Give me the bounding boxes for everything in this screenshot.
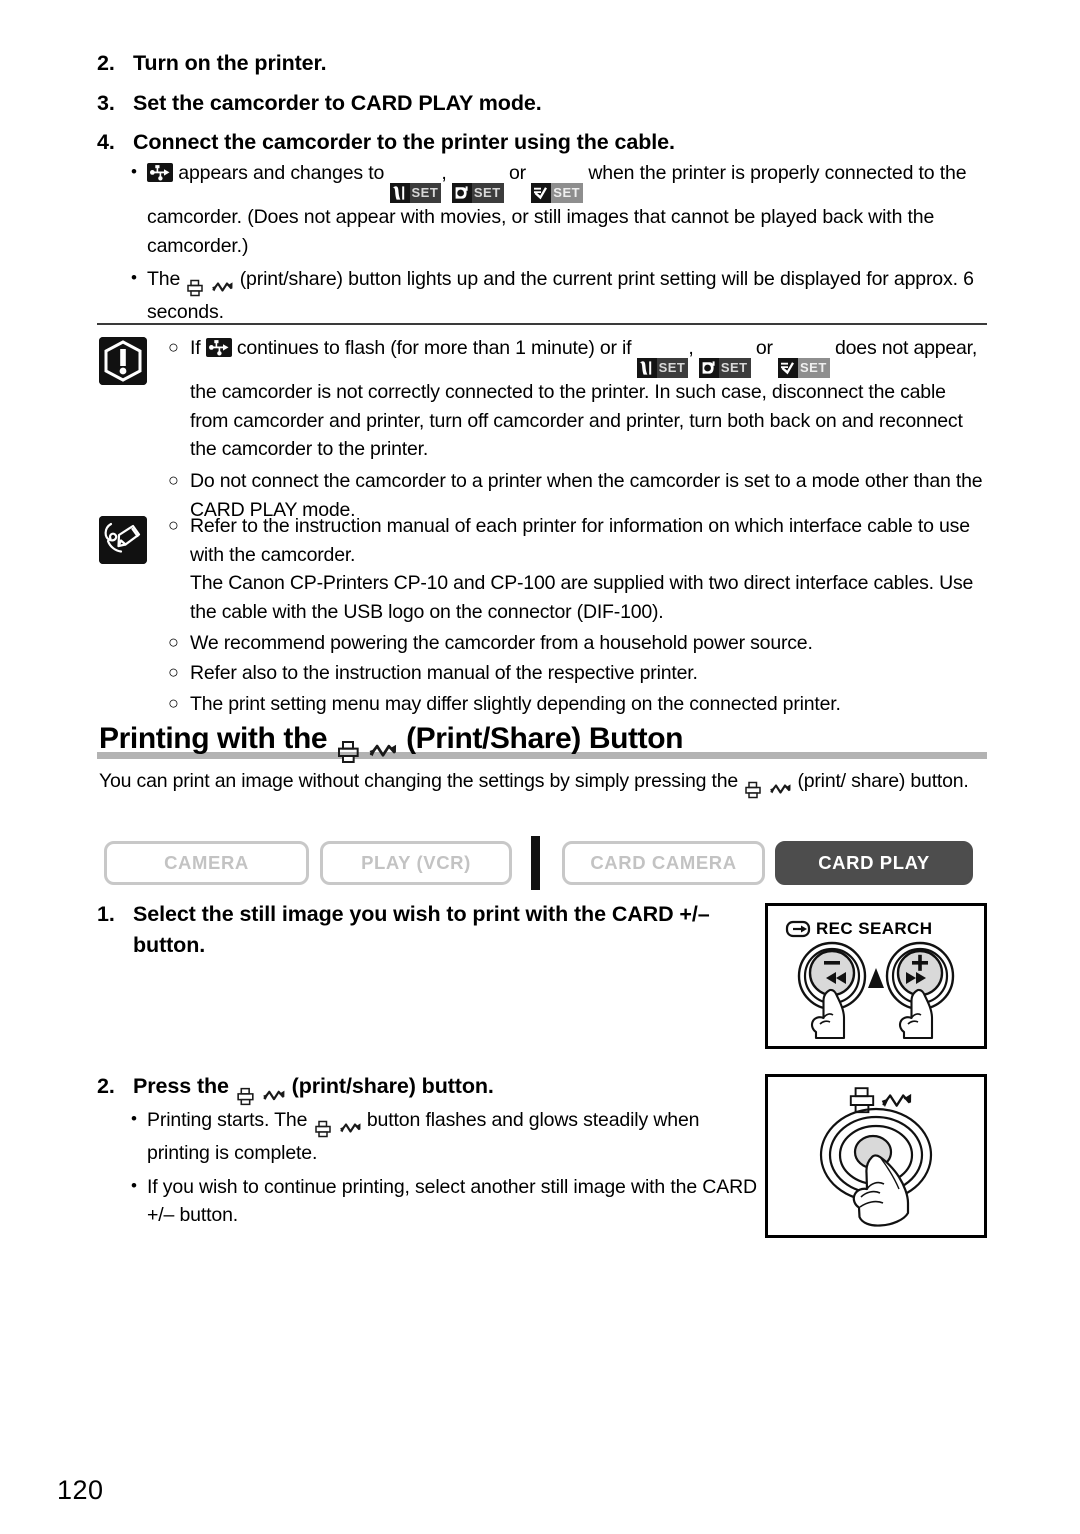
step-4: 4. Connect the camcorder to the printer … — [97, 127, 987, 158]
card-set-badge: SET — [636, 358, 689, 378]
note-1-text: Refer to the instruction manual of each … — [190, 515, 970, 566]
badge-sep-1: , — [441, 162, 447, 184]
section-intro-post: (print/ share) button. — [797, 770, 969, 792]
step-4-number: 4. — [97, 130, 115, 155]
step-1-text: Select the still image you wish to print… — [133, 902, 710, 957]
check-set-badge: SET — [531, 183, 584, 203]
tab-camera[interactable]: CAMERA — [104, 841, 309, 885]
bullet-marker: • — [131, 268, 137, 288]
step-4-bullet-2: • The (print/share) button lights up and… — [131, 265, 991, 327]
camera-set-badge: SET — [451, 183, 504, 203]
usb-icon — [205, 338, 232, 357]
note-3-text: Refer also to the instruction manual of … — [190, 662, 698, 685]
print-share-icon — [335, 738, 398, 766]
note-1-extra: The Canon CP-Printers CP-10 and CP-100 a… — [190, 572, 974, 623]
card-set-badge: SET — [389, 183, 442, 203]
step-2-number: 2. — [97, 51, 115, 75]
caution-item-1: ○ If continues to flash (for more than 1… — [168, 334, 988, 464]
exclamation-icon — [99, 337, 147, 385]
bullet-marker: • — [131, 1109, 137, 1128]
step-2-bullet-2: • If you wish to continue printing, sele… — [131, 1173, 761, 1230]
badge-sep-2: or — [755, 337, 773, 359]
step-4-text: Connect the camcorder to the printer usi… — [133, 130, 675, 155]
step-1-body: 1. Select the still image you wish to pr… — [97, 899, 737, 960]
step-4-bullets: • appears and changes to SET, SET or SET… — [131, 159, 991, 327]
tab-play-vcr[interactable]: PLAY (VCR) — [320, 841, 512, 885]
section-heading-post: (Print/Share) Button — [406, 722, 684, 755]
section-intro: You can print an image without changing … — [99, 767, 987, 800]
tab-card-camera[interactable]: CARD CAMERA — [562, 841, 765, 885]
note-item-3: ○ Refer also to the instruction manual o… — [168, 659, 988, 688]
note-item-2: ○ We recommend powering the camcorder fr… — [168, 629, 988, 658]
rec-search-figure: REC SEARCH — [765, 903, 987, 1049]
step-2-bullet-1-pre: Printing starts. The — [147, 1109, 308, 1131]
step-2-bullets: • Printing starts. The button flashes an… — [131, 1106, 761, 1230]
step-2-body-post: (print/share) button. — [291, 1074, 494, 1098]
step-3: 3. Set the camcorder to CARD PLAY mode. — [97, 88, 987, 119]
step-2-body-pre: Press the — [133, 1074, 229, 1098]
circle-marker: ○ — [168, 631, 179, 652]
camera-set-badge: SET — [698, 358, 751, 378]
manual-page: 2. Turn on the printer. 3. Set the camco… — [0, 0, 1080, 1534]
note-list: ○ Refer to the instruction manual of eac… — [168, 512, 988, 719]
print-share-icon — [313, 1119, 362, 1139]
step-2-text: Turn on the printer. — [133, 51, 327, 75]
bullet-marker: • — [131, 162, 137, 181]
page-title: Printing with the (Print/Share) Button — [99, 722, 683, 766]
step-4-bullet-2-text-a: The — [147, 268, 181, 291]
circle-marker: ○ — [168, 662, 179, 683]
usb-icon — [147, 163, 173, 182]
page-number: 120 — [57, 1475, 104, 1505]
section-intro-pre: You can print an image without changing … — [99, 770, 739, 792]
step-2-bullet-1: • Printing starts. The button flashes an… — [131, 1106, 761, 1168]
section-divider — [97, 323, 987, 325]
step-4-bullet-2-text-b: (print/share) button lights up and the c… — [147, 268, 974, 324]
step-4-bullet-1-text-a: appears and changes to — [178, 162, 385, 184]
section-heading-pre: Printing with the — [99, 722, 328, 755]
bullet-marker: • — [131, 1175, 137, 1195]
circle-marker: ○ — [168, 692, 179, 713]
note-2-text: We recommend powering the camcorder from… — [190, 631, 813, 654]
rec-search-label: REC SEARCH — [816, 919, 933, 938]
top-steps-list: 2. Turn on the printer. 3. Set the camco… — [97, 48, 987, 158]
step-1-number: 1. — [97, 902, 115, 926]
tab-card-play[interactable]: CARD PLAY — [775, 841, 973, 885]
tab-group-separator — [531, 836, 540, 890]
print-share-icon — [235, 1086, 286, 1107]
print-share-icon — [185, 278, 234, 298]
note-item-1: ○ Refer to the instruction manual of eac… — [168, 512, 988, 569]
caution-1-mid: continues to flash (for more than 1 minu… — [236, 337, 632, 359]
caution-1-pre: If — [190, 337, 201, 359]
step-4-bullet-1: • appears and changes to SET, SET or SET… — [131, 159, 991, 260]
step-2-bullet-2-text: If you wish to continue printing, select… — [147, 1175, 757, 1227]
circle-marker: ○ — [168, 515, 179, 535]
step-2-body: 2. Press the (print/share) button. — [97, 1071, 747, 1107]
step-3-number: 3. — [97, 90, 115, 115]
circle-marker: ○ — [168, 337, 179, 357]
step-2-body-number: 2. — [97, 1074, 115, 1098]
note-4-text: The print setting menu may differ slight… — [190, 692, 841, 715]
print-share-icon — [743, 780, 792, 800]
print-share-button-figure — [765, 1074, 987, 1238]
check-set-badge: SET — [778, 358, 830, 378]
step-3-text: Set the camcorder to CARD PLAY mode. — [133, 90, 542, 115]
note-item-4: ○ The print setting menu may differ slig… — [168, 690, 988, 719]
badge-sep-2: or — [508, 162, 526, 184]
step-2: 2. Turn on the printer. — [97, 48, 987, 79]
caution-list: ○ If continues to flash (for more than 1… — [168, 334, 988, 524]
circle-marker: ○ — [168, 469, 179, 490]
badge-sep-1: , — [688, 337, 694, 359]
pencil-note-icon — [99, 516, 147, 564]
